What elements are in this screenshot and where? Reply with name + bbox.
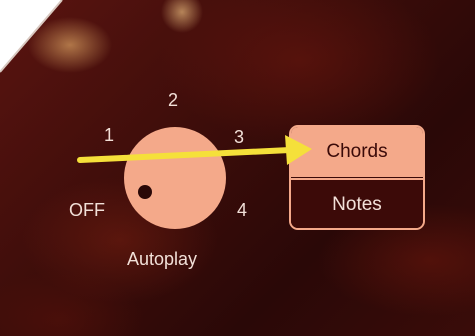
knob-indicator-dot <box>138 185 152 199</box>
autoplay-position-4[interactable]: 4 <box>237 201 247 219</box>
autoplay-position-3[interactable]: 3 <box>234 128 244 146</box>
mode-selector: Chords Notes <box>289 125 425 230</box>
mode-option-notes[interactable]: Notes <box>291 178 423 228</box>
autoplay-knob[interactable] <box>124 127 226 229</box>
autoplay-position-2[interactable]: 2 <box>168 91 178 109</box>
autoplay-position-off[interactable]: OFF <box>69 201 105 219</box>
autoplay-position-1[interactable]: 1 <box>104 126 114 144</box>
mode-option-chords[interactable]: Chords <box>291 127 423 177</box>
autoplay-label: Autoplay <box>127 249 198 269</box>
autoplay-panel: OFF 1 2 3 4 Autoplay Chords Notes <box>0 0 475 336</box>
